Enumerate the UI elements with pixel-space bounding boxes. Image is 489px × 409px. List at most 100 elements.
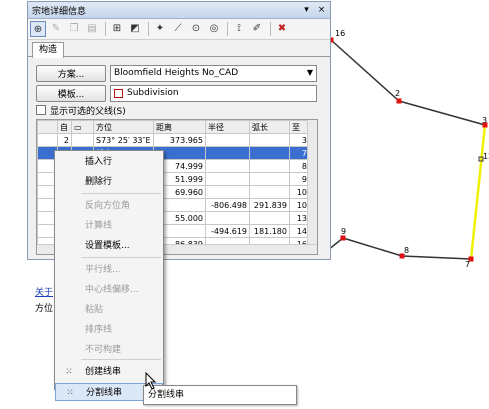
show-parent-checkbox[interactable] — [36, 105, 46, 115]
tab-strip: 构造 — [28, 40, 330, 58]
table-cell[interactable] — [205, 185, 250, 199]
table-cell[interactable] — [71, 133, 94, 147]
bearing-label: 方位 — [35, 304, 54, 314]
table-cell[interactable] — [249, 159, 290, 173]
header-cell[interactable]: 弧长 — [249, 120, 290, 134]
scheme-button[interactable]: 方案... — [36, 64, 106, 82]
table-cell[interactable]: -494.619 — [205, 224, 250, 238]
vertex-point[interactable] — [396, 98, 402, 104]
parcel-line[interactable] — [469, 124, 487, 260]
menu-item-label: 删除行 — [85, 177, 113, 187]
menu-item-label: 粘贴 — [85, 305, 104, 315]
grid-icon[interactable]: ⊞ — [109, 21, 125, 37]
menu-item-label: 平行线... — [85, 265, 121, 275]
table-cell[interactable] — [249, 185, 290, 199]
header-cell — [37, 120, 58, 134]
table-cell[interactable] — [205, 133, 250, 147]
point-label: 2 — [395, 89, 400, 98]
table-cell[interactable] — [205, 146, 250, 160]
grid-vertical-scrollbar[interactable] — [307, 120, 317, 254]
table-cell[interactable] — [249, 211, 290, 225]
template-swatch-icon — [114, 88, 123, 98]
template-field: Subdivision — [110, 84, 317, 102]
header-cell[interactable]: 距离 — [153, 120, 206, 134]
menu-item[interactable]: 不可构建 — [55, 341, 163, 359]
menu-item[interactable]: 中心线偏移... — [55, 281, 163, 299]
bearing-column-icon: ▭ — [74, 122, 82, 132]
tooltip: 分割线串 — [143, 385, 297, 405]
menu-item-label: 不可构建 — [85, 345, 122, 355]
table-cell[interactable]: -806.498 — [205, 198, 250, 212]
menu-item-label: 计算线 — [85, 221, 113, 231]
menu-item[interactable]: 排序线 — [55, 321, 163, 339]
point-icon[interactable]: ⊙ — [188, 21, 204, 37]
parcel-line[interactable] — [401, 255, 472, 260]
table-cell[interactable] — [37, 133, 58, 147]
parcel-line[interactable] — [342, 237, 403, 257]
point-label: 3 — [482, 116, 487, 125]
layers-icon[interactable]: ◩ — [127, 21, 143, 37]
pencil-icon[interactable]: ✐ — [249, 21, 265, 37]
dropdown-icon[interactable]: ▾ — [300, 4, 313, 17]
table-cell[interactable] — [249, 172, 290, 186]
table-cell[interactable]: 2 — [57, 133, 72, 147]
point-label: 7 — [465, 260, 470, 269]
table-header: 自 ▭ 方位 距离 半径 弧长 至 — [37, 120, 310, 134]
panel-titlebar: 宗地详细信息 ▾ × — [28, 2, 330, 19]
point-label: 8 — [404, 246, 409, 255]
menu-item[interactable]: 删除行 — [55, 173, 163, 191]
scheme-row: 方案... Bloomfield Heights No_CAD ▼ — [36, 64, 317, 82]
menu-item[interactable]: 插入行 — [55, 153, 163, 171]
menu-item-label: 插入行 — [85, 157, 113, 167]
show-parent-row: 显示可选的父线(S) — [36, 101, 126, 119]
menu-item-label: 排序线 — [85, 325, 113, 335]
menu-separator — [81, 193, 161, 194]
vertex-edit-icon[interactable]: ⟟ — [231, 21, 247, 37]
template-value: Subdivision — [127, 88, 179, 98]
join-icon[interactable]: ✦ — [152, 21, 168, 37]
table-cell[interactable]: S73° 25′ 33″E — [93, 133, 154, 147]
menu-item[interactable]: 粘贴 — [55, 301, 163, 319]
delete-icon[interactable]: ✖ — [274, 21, 290, 37]
menu-item-label: 反向方位角 — [85, 201, 131, 211]
header-cell[interactable]: ▭ — [71, 120, 94, 134]
tab-construction[interactable]: 构造 — [32, 42, 65, 58]
line-icon[interactable]: ⟋ — [170, 21, 186, 37]
point-label: 16 — [335, 29, 345, 38]
header-cell[interactable]: 方位 — [93, 120, 154, 134]
circle-icon[interactable]: ◎ — [206, 21, 222, 37]
scheme-value: Bloomfield Heights No_CAD — [114, 68, 239, 78]
copy-icon[interactable]: ❐ — [66, 21, 82, 37]
table-cell[interactable]: 181.180 — [249, 224, 290, 238]
scheme-select[interactable]: Bloomfield Heights No_CAD ▼ — [110, 64, 317, 82]
menu-item[interactable]: 平行线... — [55, 261, 163, 279]
toolbar-separator — [105, 22, 106, 36]
header-cell[interactable]: 半径 — [205, 120, 250, 134]
close-icon[interactable]: × — [315, 4, 328, 17]
table-cell[interactable] — [249, 146, 290, 160]
create-polyline-icon: ⁙ — [65, 367, 73, 377]
parcel-line[interactable] — [398, 100, 486, 126]
header-cell[interactable]: 自 — [57, 120, 72, 134]
template-button[interactable]: 模板... — [36, 84, 106, 102]
toolbar-separator — [270, 22, 271, 36]
menu-separator — [81, 359, 161, 360]
table-cell[interactable] — [205, 159, 250, 173]
menu-item[interactable]: 计算线 — [55, 217, 163, 235]
table-cell[interactable]: 291.839 — [249, 198, 290, 212]
edit-icon[interactable]: ✎ — [48, 21, 64, 37]
paste-icon[interactable]: ▤ — [84, 21, 100, 37]
parcel-line[interactable] — [330, 39, 400, 102]
table-cell[interactable] — [205, 172, 250, 186]
vertex-point[interactable] — [340, 235, 346, 241]
table-cell[interactable] — [205, 211, 250, 225]
table-cell[interactable] — [249, 133, 290, 147]
table-row[interactable]: 2 S73° 25′ 33″E 373.965 3 — [37, 133, 310, 147]
crosshair-icon[interactable]: ⊕ — [30, 21, 46, 37]
menu-item[interactable]: 设置模板... — [55, 237, 163, 255]
menu-item[interactable]: 反向方位角 — [55, 197, 163, 215]
split-polyline-icon: ⁙ — [66, 388, 74, 398]
table-cell[interactable]: 373.965 — [153, 133, 206, 147]
context-menu: 插入行删除行反向方位角计算线设置模板... 平行线... 中心线偏移... 粘贴排序线… — [54, 150, 164, 401]
about-link[interactable]: 关于 — [35, 285, 53, 298]
